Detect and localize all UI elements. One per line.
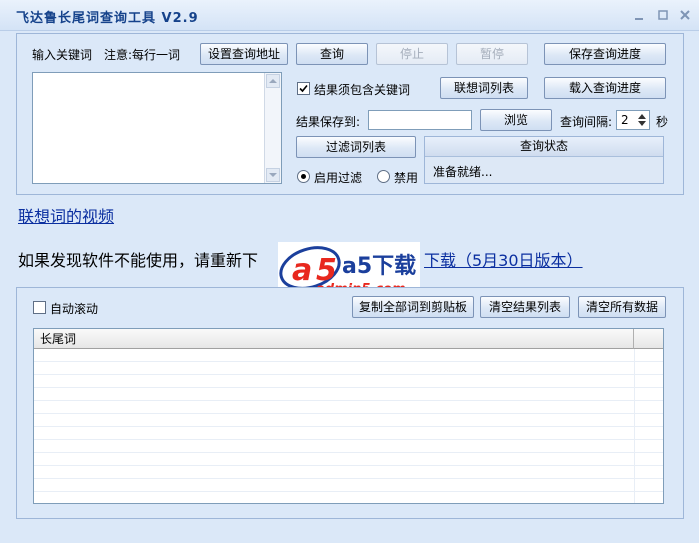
minimize-button[interactable]: [632, 8, 646, 22]
must-contain-checkbox[interactable]: [297, 82, 310, 95]
save-progress-button[interactable]: 保存查询进度: [544, 43, 666, 65]
set-query-url-button[interactable]: 设置查询地址: [200, 43, 288, 65]
interval-label: 查询间隔:: [560, 115, 613, 129]
results-list[interactable]: 长尾词: [33, 328, 664, 504]
copy-all-button[interactable]: 复制全部词到剪贴板: [352, 296, 474, 318]
related-words-list-button[interactable]: 联想词列表: [440, 77, 528, 99]
scroll-down-button[interactable]: [266, 168, 280, 182]
save-path-input[interactable]: [368, 110, 472, 130]
save-to-label: 结果保存到:: [296, 115, 361, 129]
close-icon: [680, 10, 690, 20]
keywords-textarea[interactable]: [32, 72, 282, 184]
interval-value: 2: [621, 113, 629, 127]
auto-scroll-checkbox[interactable]: [33, 301, 46, 314]
must-contain-label: 结果须包含关键词: [314, 83, 411, 97]
keyword-input-label: 输入关键词: [32, 48, 93, 62]
watermark-brand: a5下载: [342, 254, 417, 279]
triangle-down-icon: [269, 173, 277, 177]
clear-all-button[interactable]: 清空所有数据: [578, 296, 666, 318]
interval-spinner[interactable]: 2: [616, 110, 650, 130]
auto-scroll-label: 自动滚动: [50, 302, 99, 316]
minimize-icon: [635, 18, 643, 20]
query-button[interactable]: 查询: [296, 43, 368, 65]
svg-text:a: a: [292, 253, 312, 288]
stop-button[interactable]: 停止: [376, 43, 448, 65]
keywords-scrollbar[interactable]: [264, 73, 281, 183]
triangle-up-icon: [269, 79, 277, 83]
status-box: 查询状态 准备就绪...: [424, 136, 664, 184]
column-header-filler: [634, 329, 663, 349]
notice-text: 如果发现软件不能使用，请重新下: [18, 251, 259, 270]
maximize-button[interactable]: [656, 8, 670, 22]
filter-off-label: 禁用: [394, 171, 419, 185]
close-button[interactable]: [678, 8, 692, 22]
maximize-icon: [658, 10, 668, 20]
column-header-long-tail[interactable]: 长尾词: [34, 329, 634, 349]
results-rows: [34, 349, 663, 503]
download-link[interactable]: 下载（5月30日版本）: [424, 247, 583, 271]
status-header: 查询状态: [425, 137, 663, 157]
pause-button[interactable]: 暂停: [456, 43, 528, 65]
checkmark-icon: [299, 84, 308, 93]
video-link[interactable]: 联想词的视频: [18, 203, 114, 227]
keyword-input-note: 注意:每行一词: [104, 48, 181, 62]
interval-unit: 秒: [656, 115, 669, 129]
browse-button[interactable]: 浏览: [480, 109, 552, 131]
filter-off-radio[interactable]: [377, 170, 390, 183]
window-title: 飞达鲁长尾词查询工具 V2.9: [16, 11, 199, 26]
status-text: 准备就绪...: [433, 165, 493, 179]
spin-arrows-icon: [638, 114, 646, 126]
filter-on-label: 启用过滤: [314, 171, 363, 185]
load-progress-button[interactable]: 载入查询进度: [544, 77, 666, 99]
clear-results-button[interactable]: 清空结果列表: [480, 296, 570, 318]
filter-list-button[interactable]: 过滤词列表: [296, 136, 416, 158]
interval-spin-buttons[interactable]: [636, 112, 648, 128]
column-divider: [634, 349, 635, 503]
title-bar: 飞达鲁长尾词查询工具 V2.9: [0, 0, 699, 31]
scroll-up-button[interactable]: [266, 74, 280, 88]
filter-on-radio[interactable]: [297, 170, 310, 183]
